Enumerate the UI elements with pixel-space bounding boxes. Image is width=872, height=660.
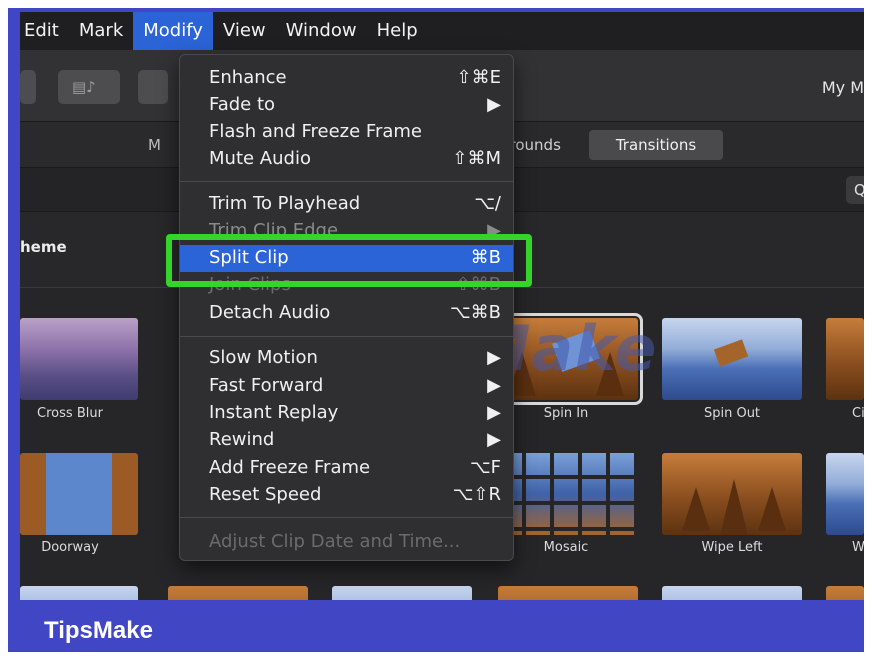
menu-item-adjust-clip-date: Adjust Clip Date and Time... [180, 529, 513, 556]
highlight-callout [166, 234, 532, 287]
tab-transitions[interactable]: Transitions [589, 130, 723, 160]
tab-partial[interactable]: M [148, 136, 161, 154]
transition-label: Ci [852, 406, 864, 421]
transition-thumb-partial[interactable] [20, 586, 138, 600]
transition-label: Doorway [41, 540, 99, 555]
media-button[interactable]: ▤♪ [58, 70, 120, 104]
toolbar-button[interactable] [20, 70, 36, 104]
menu-mark[interactable]: Mark [69, 12, 133, 50]
menu-item-detach-audio[interactable]: Detach Audio ⌥⌘B [180, 300, 513, 327]
menu-separator [180, 181, 513, 182]
menu-item-fade-to[interactable]: Fade to ▶ [180, 92, 513, 119]
menu-item-trim-to-playhead[interactable]: Trim To Playhead ⌥/ [180, 191, 513, 218]
transition-thumb-cross-blur[interactable] [20, 318, 138, 400]
menu-item-label: Detach Audio [209, 302, 331, 323]
menu-view[interactable]: View [213, 12, 276, 50]
menu-item-label: Enhance [209, 67, 287, 88]
menu-item-mute-audio[interactable]: Mute Audio ⇧⌘M [180, 146, 513, 173]
menu-item-label: Instant Replay [209, 402, 339, 423]
menu-window[interactable]: Window [276, 12, 367, 50]
menu-item-enhance[interactable]: Enhance ⇧⌘E [180, 65, 513, 92]
menu-edit[interactable]: Edit [20, 12, 69, 50]
brand-logo-text: TipsMake [44, 617, 153, 644]
menu-item-rewind[interactable]: Rewind ▶ [180, 427, 513, 454]
transition-thumb-partial[interactable] [826, 318, 864, 400]
transition-thumb-partial[interactable] [826, 453, 864, 535]
transition-label: Spin Out [703, 406, 761, 421]
menu-item-label: Add Freeze Frame [209, 457, 371, 478]
transition-label: W [852, 540, 864, 555]
menu-item-label: Rewind [209, 429, 275, 450]
spin-card [713, 339, 749, 367]
menu-item-label: Reset Speed [209, 484, 322, 505]
transition-thumb-partial[interactable] [662, 586, 802, 600]
transition-label: Wipe Left [701, 540, 763, 555]
transition-thumb-doorway[interactable] [20, 453, 138, 535]
transition-thumb-partial[interactable] [168, 586, 308, 600]
shortcut-label: ⇧⌘E [456, 67, 501, 88]
toolbar-button[interactable] [138, 70, 168, 104]
transition-label: Cross Blur [37, 406, 103, 421]
tree-shape [758, 487, 786, 531]
transition-thumb-wipe-left[interactable] [662, 453, 802, 535]
submenu-arrow-icon: ▶ [487, 402, 501, 423]
transition-thumb-partial[interactable] [332, 586, 472, 600]
transition-thumb-partial[interactable] [826, 586, 864, 600]
tree-shape [720, 479, 748, 535]
shortcut-label: ⇧⌘M [452, 148, 501, 169]
submenu-arrow-icon: ▶ [487, 375, 501, 396]
menu-item-instant-replay[interactable]: Instant Replay ▶ [180, 400, 513, 427]
menu-separator [180, 336, 513, 337]
transition-thumb-partial[interactable] [498, 586, 638, 600]
menu-modify[interactable]: Modify [133, 12, 213, 50]
menu-item-label: Flash and Freeze Frame [209, 121, 423, 142]
tree-shape [682, 487, 710, 531]
shortcut-label: ⌥F [469, 457, 501, 478]
menu-item-label: Adjust Clip Date and Time... [209, 531, 461, 552]
image-frame: Edit Mark Modify View Window Help ▤♪ My … [8, 8, 864, 652]
submenu-arrow-icon: ▶ [487, 347, 501, 368]
menu-item-label: Trim To Playhead [209, 193, 361, 214]
modify-menu: Enhance ⇧⌘E Fade to ▶ Flash and Freeze F… [179, 54, 514, 561]
app-screen: Edit Mark Modify View Window Help ▤♪ My … [20, 12, 864, 600]
menu-item-label: Fast Forward [209, 375, 324, 396]
menu-item-fast-forward[interactable]: Fast Forward ▶ [180, 373, 513, 400]
shortcut-label: ⌥⌘B [449, 302, 501, 323]
menu-separator [180, 517, 513, 518]
transition-thumb-mosaic[interactable] [498, 453, 638, 535]
menu-bar: Edit Mark Modify View Window Help [20, 12, 864, 50]
transition-thumb-spin-out[interactable] [662, 318, 802, 400]
menu-item-label: Slow Motion [209, 347, 318, 368]
menu-item-label: Fade to [209, 94, 276, 115]
search-icon[interactable]: Q [846, 176, 864, 204]
menu-item-flash-freeze[interactable]: Flash and Freeze Frame [180, 119, 513, 146]
film-music-icon: ▤♪ [72, 78, 96, 96]
menu-item-slow-motion[interactable]: Slow Motion ▶ [180, 345, 513, 372]
theme-label: heme [20, 238, 67, 256]
menu-item-label: Mute Audio [209, 148, 311, 169]
shortcut-label: ⌥⇧R [452, 484, 501, 505]
shortcut-label: ⌥/ [474, 193, 501, 214]
menu-help[interactable]: Help [367, 12, 428, 50]
submenu-arrow-icon: ▶ [487, 94, 501, 115]
submenu-arrow-icon: ▶ [487, 429, 501, 450]
project-title: My M [821, 78, 864, 97]
menu-item-reset-speed[interactable]: Reset Speed ⌥⇧R [180, 482, 513, 509]
menu-item-add-freeze-frame[interactable]: Add Freeze Frame ⌥F [180, 455, 513, 482]
